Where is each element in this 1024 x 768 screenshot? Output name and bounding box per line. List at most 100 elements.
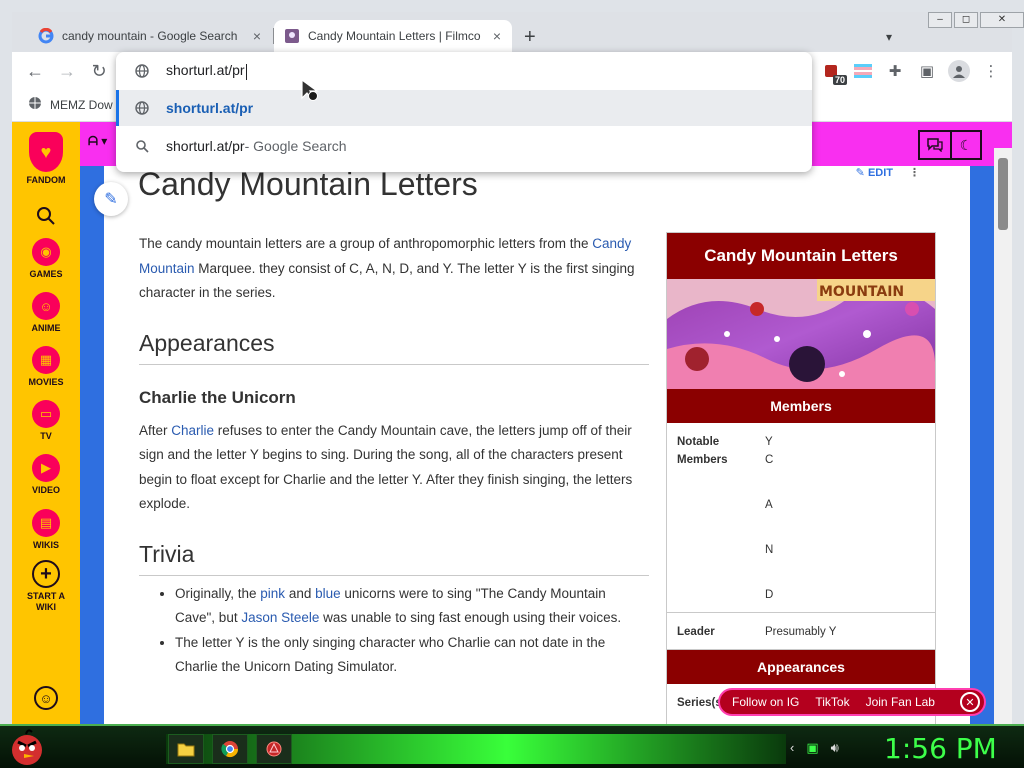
tiktok-link[interactable]: TikTok xyxy=(815,695,849,709)
infobox-appearances-header: Appearances xyxy=(667,650,935,684)
maximize-button[interactable]: ◻ xyxy=(954,12,978,28)
side-panel-icon[interactable]: ▣ xyxy=(916,60,938,82)
rail-start-wiki[interactable]: + START A WIKI xyxy=(12,560,80,613)
tab-title: Candy Mountain Letters | Filmco xyxy=(308,29,481,43)
book-icon: ▤ xyxy=(32,509,60,537)
app-red-icon[interactable] xyxy=(256,734,292,764)
wiki-menu-icon[interactable]: ᗩ ▾ xyxy=(88,134,107,149)
edit-pencil-icon[interactable]: ✎ xyxy=(94,182,128,216)
link-charlie[interactable]: Charlie xyxy=(171,423,214,438)
rail-games[interactable]: ◉ GAMES xyxy=(12,238,80,279)
rail-label: ANIME xyxy=(31,323,61,333)
taskbar: ‹ ▣ 🔊︎ 1:56 PM xyxy=(0,724,1024,768)
new-tab-button[interactable]: + xyxy=(524,26,536,49)
tray-chevron-icon[interactable]: ‹ xyxy=(790,740,794,756)
tv-icon: ▭ xyxy=(32,400,60,428)
omnibox-dropdown: shorturl.at/pr shorturl.at/pr shorturl.a… xyxy=(116,52,812,172)
flag-extension-icon[interactable] xyxy=(852,60,874,82)
forward-arrow-icon[interactable]: → xyxy=(56,60,78,82)
edit-button[interactable]: ✎ EDIT xyxy=(856,166,893,179)
join-fan-lab-link[interactable]: Join Fan Lab xyxy=(866,695,935,709)
address-bar[interactable]: shorturl.at/pr xyxy=(116,52,812,90)
discussions-icon[interactable] xyxy=(920,132,950,158)
suggestion-url[interactable]: shorturl.at/pr xyxy=(116,90,812,126)
puzzle-extensions-icon[interactable]: ✚ xyxy=(884,60,906,82)
globe-icon xyxy=(134,101,150,115)
suggestion-search[interactable]: shorturl.at/pr - Google Search xyxy=(116,128,812,164)
suggestion-text: shorturl.at/pr xyxy=(166,100,254,116)
scroll-thumb[interactable] xyxy=(998,158,1008,230)
more-options-icon[interactable]: ⋮ xyxy=(909,166,920,179)
trivia-list: Originally, the pink and blue unicorns w… xyxy=(175,582,649,680)
text-caret xyxy=(245,63,247,80)
fandom-page-icon xyxy=(284,28,300,44)
link-blue[interactable]: blue xyxy=(315,586,341,601)
fandom-logo[interactable]: ♥ FANDOM xyxy=(12,132,80,185)
intro-paragraph: The candy mountain letters are a group o… xyxy=(139,236,635,300)
rail-label: GAMES xyxy=(29,269,63,279)
bookmark-memz[interactable]: MEMZ Dow xyxy=(28,96,113,113)
rail-movies[interactable]: ▦ MOVIES xyxy=(12,346,80,387)
infobox-members-header: Members xyxy=(667,389,935,423)
extension-badge-icon[interactable]: 70 xyxy=(820,60,847,85)
extensions-area: 70 ✚ ▣ ⋮ xyxy=(820,60,1002,85)
network-icon[interactable]: ▣ xyxy=(806,740,818,756)
member-item: Y xyxy=(765,436,773,448)
page-scrollbar[interactable] xyxy=(994,148,1012,724)
follow-ig-link[interactable]: Follow on IG xyxy=(732,695,799,709)
rail-account[interactable]: ☺ xyxy=(12,686,80,713)
tab-candy-mountain-letters[interactable]: Candy Mountain Letters | Filmco × xyxy=(274,20,512,52)
heading-appearances: Appearances xyxy=(139,328,649,365)
community-actions: ☾ xyxy=(918,130,982,160)
rail-anime[interactable]: ☺ ANIME xyxy=(12,292,80,333)
back-arrow-icon[interactable]: ← xyxy=(24,60,46,82)
dark-mode-moon-icon[interactable]: ☾ xyxy=(950,132,980,158)
rail-video[interactable]: ▶ VIDEO xyxy=(12,454,80,495)
close-icon[interactable]: ✕ xyxy=(960,692,980,712)
volume-icon[interactable]: 🔊︎ xyxy=(831,740,839,756)
plus-circle-icon: + xyxy=(32,560,60,588)
link-jason-steele[interactable]: Jason Steele xyxy=(241,610,319,625)
taskbar-clock[interactable]: 1:56 PM xyxy=(884,732,997,765)
rail-label: MOVIES xyxy=(28,377,64,387)
rail-label: FANDOM xyxy=(26,175,66,185)
suggestion-text: shorturl.at/pr xyxy=(166,138,245,154)
rail-tv[interactable]: ▭ TV xyxy=(12,400,80,441)
rail-label: VIDEO xyxy=(31,485,60,495)
member-item: C xyxy=(765,454,774,466)
rail-wikis[interactable]: ▤ WIKIS xyxy=(12,509,80,550)
article-content: The candy mountain letters are a group o… xyxy=(139,232,649,680)
rail-label: TV xyxy=(40,431,52,441)
minimize-button[interactable]: – xyxy=(928,12,952,28)
profile-avatar-icon[interactable] xyxy=(948,60,970,82)
tab-google-search[interactable]: candy mountain - Google Search × xyxy=(28,20,274,52)
infobox-label: Leader xyxy=(677,626,715,638)
kebab-menu-icon[interactable]: ⋮ xyxy=(980,60,1002,82)
extension-badge-count: 70 xyxy=(832,75,847,85)
chrome-icon[interactable] xyxy=(212,734,248,764)
infobox-image[interactable]: MOUNTAIN xyxy=(667,279,935,389)
tab-close-icon[interactable]: × xyxy=(488,28,506,44)
address-input[interactable]: shorturl.at/pr xyxy=(166,62,247,80)
rail-label: WIKIS xyxy=(33,540,59,550)
tab-search-chevron-icon[interactable]: ▾ xyxy=(886,30,892,44)
window-close-button[interactable]: ✕ xyxy=(980,12,1024,28)
link-pink[interactable]: pink xyxy=(260,586,285,601)
file-explorer-icon[interactable] xyxy=(168,734,204,764)
bookmark-label: MEMZ Dow xyxy=(50,97,113,112)
search-icon xyxy=(32,202,60,230)
list-item: Originally, the pink and blue unicorns w… xyxy=(175,582,649,631)
web-page: ♥ FANDOM ◉ GAMES ☺ ANIME ▦ MOVIES ▭ TV ▶… xyxy=(12,122,1012,724)
desktop: candy mountain - Google Search × Candy M… xyxy=(0,0,1024,768)
start-angry-bird-icon[interactable] xyxy=(6,728,48,768)
globe-icon xyxy=(28,96,42,113)
suggestion-suffix: - Google Search xyxy=(244,138,347,154)
edit-label: EDIT xyxy=(867,167,893,179)
charlie-paragraph: After Charlie refuses to enter the Candy… xyxy=(139,422,633,512)
tab-close-icon[interactable]: × xyxy=(248,28,266,44)
reload-icon[interactable]: ↻ xyxy=(88,60,110,82)
clapper-icon: ▦ xyxy=(32,346,60,374)
rail-search[interactable] xyxy=(12,202,80,233)
member-item: A xyxy=(765,499,773,511)
infobox-value: Presumably Y xyxy=(765,626,837,638)
